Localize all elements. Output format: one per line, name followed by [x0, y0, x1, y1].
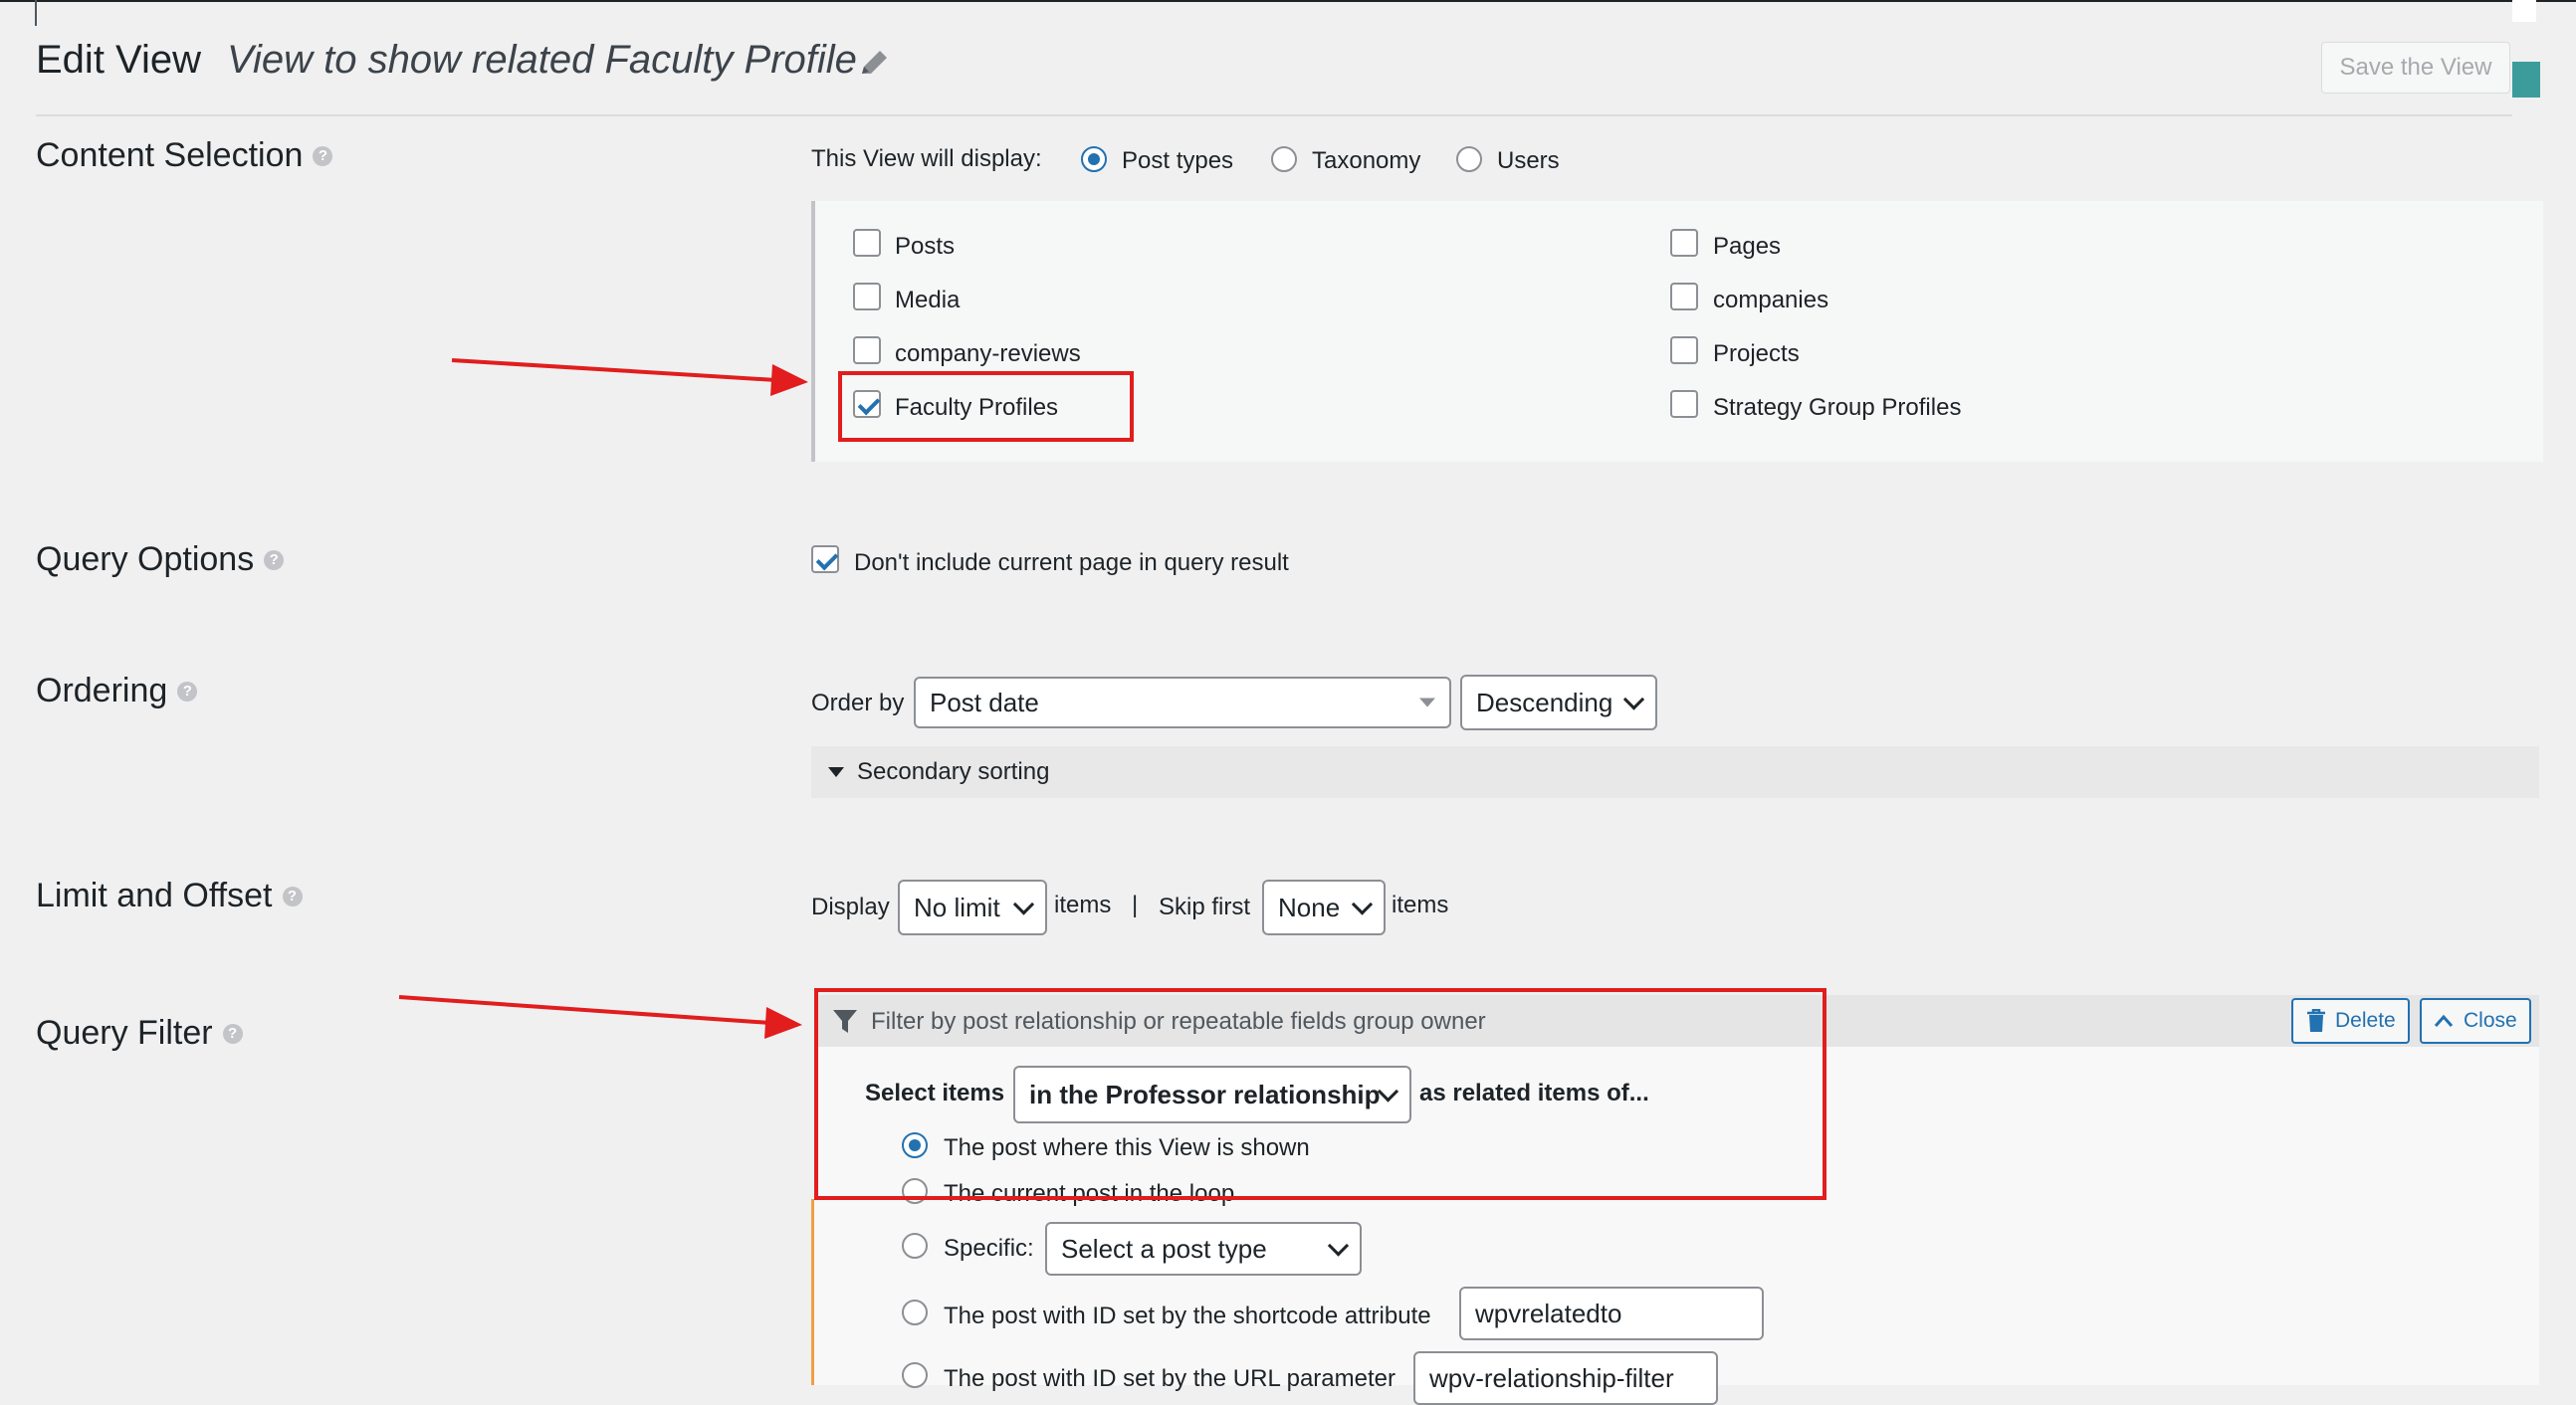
- annotation-arrows: [398, 358, 808, 1039]
